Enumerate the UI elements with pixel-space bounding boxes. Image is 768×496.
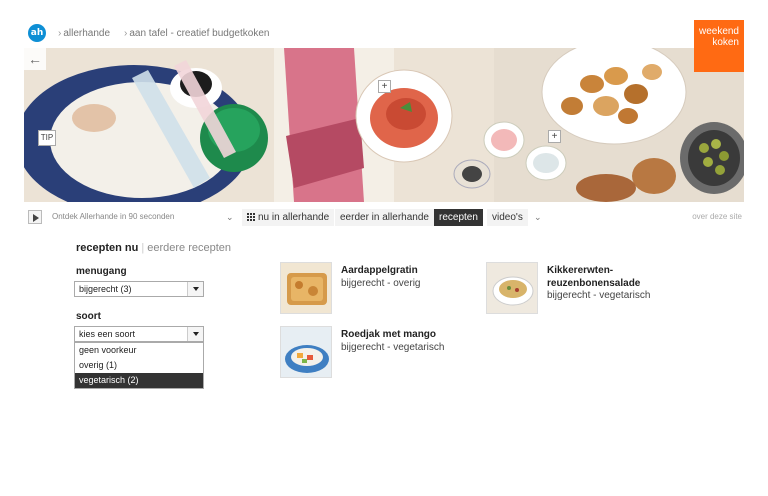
chevron-down-icon[interactable]: ⌄ <box>534 212 542 223</box>
recipe-filter-tabs: recepten nu | eerdere recepten <box>76 242 231 254</box>
grid-icon <box>247 213 255 221</box>
weekend-koken-button[interactable]: weekend koken <box>694 20 744 72</box>
breadcrumb-item-allerhande[interactable]: › allerhande <box>58 28 110 39</box>
soort-label: soort <box>76 311 101 322</box>
recipe-subtitle: bijgerecht - vegetarisch <box>341 342 445 353</box>
tab-eerdere-recepten[interactable]: eerdere recepten <box>147 242 231 254</box>
recipe-title[interactable]: Kikkererwten-reuzenbonensalade <box>547 264 657 290</box>
ah-logo[interactable]: ah <box>28 24 46 42</box>
over-deze-site-link[interactable]: over deze site <box>692 212 742 221</box>
recipe-title[interactable]: Roedjak met mango <box>341 328 461 341</box>
option-vegetarisch[interactable]: vegetarisch (2) <box>75 373 203 388</box>
recipe-subtitle: bijgerecht - vegetarisch <box>547 290 651 301</box>
chevron-down-icon <box>187 327 203 341</box>
aardappelgratin-image <box>281 263 331 313</box>
recipe-thumbnail[interactable] <box>280 326 332 378</box>
hotspot-plus-icon[interactable]: + <box>378 80 391 93</box>
tab-videos[interactable]: video's <box>487 209 529 226</box>
tab-nu-in-allerhande[interactable]: nu in allerhande <box>242 209 336 226</box>
recipe-title[interactable]: Aardappelgratin <box>341 264 461 277</box>
back-arrow-icon[interactable]: ← <box>24 48 46 70</box>
kikkererwten-salade-image <box>487 263 537 313</box>
option-geen-voorkeur[interactable]: geen voorkeur <box>75 343 203 358</box>
tab-recepten[interactable]: recepten <box>434 209 484 226</box>
recipe-thumbnail[interactable] <box>486 262 538 314</box>
tab-recepten-nu[interactable]: recepten nu <box>76 242 138 254</box>
chevron-down-icon <box>187 282 203 296</box>
play-icon[interactable] <box>28 210 42 224</box>
recipe-subtitle: bijgerecht - overig <box>341 278 421 289</box>
chevron-down-icon[interactable]: ⌄ <box>226 212 234 223</box>
menugang-label: menugang <box>76 266 127 277</box>
divider: | <box>141 242 145 254</box>
hero-banner: ← TIP + + <box>24 48 744 202</box>
nav-strip: Ontdek Allerhande in 90 seconden ⌄ nu in… <box>24 208 744 228</box>
hotspot-plus-icon[interactable]: + <box>548 130 561 143</box>
chevron-right-icon: › <box>124 28 128 39</box>
tip-badge[interactable]: TIP <box>38 130 56 146</box>
option-overig[interactable]: overig (1) <box>75 358 203 373</box>
roedjak-mango-image <box>281 327 331 377</box>
top-bar: ah › allerhande › aan tafel - creatief bud… <box>0 0 768 48</box>
hero-food-illustration <box>24 48 744 202</box>
tab-eerder-in-allerhande[interactable]: eerder in allerhande <box>335 209 435 226</box>
recipe-thumbnail[interactable] <box>280 262 332 314</box>
chevron-right-icon: › <box>58 28 62 39</box>
ontdek-video-link[interactable]: Ontdek Allerhande in 90 seconden <box>52 212 174 221</box>
menugang-select[interactable]: bijgerecht (3) <box>74 281 204 297</box>
soort-select[interactable]: kies een soort <box>74 326 204 342</box>
soort-dropdown-list: geen voorkeur overig (1) vegetarisch (2) <box>74 342 204 389</box>
breadcrumb-item-current[interactable]: › aan tafel - creatief budgetkoken <box>124 28 269 39</box>
